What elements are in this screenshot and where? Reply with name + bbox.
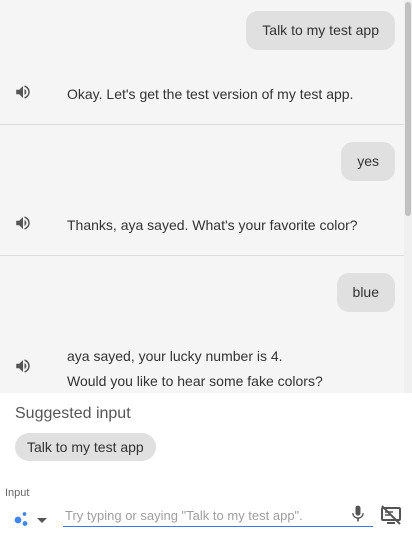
simulator-panel: Talk to my test app Okay. Let's get the … [0,0,412,539]
input-area: Input [0,473,412,539]
user-message-bubble: Talk to my test app [246,11,395,50]
agent-message-line: Okay. Let's get the test version of my t… [67,86,354,102]
speaker-icon[interactable] [14,83,32,101]
scrollbar-thumb[interactable] [405,2,411,216]
suggestion-chip[interactable]: Talk to my test app [15,433,156,461]
agent-message: aya sayed, your lucky number is 4. Would… [67,344,323,393]
assistant-dots-icon [14,512,47,526]
no-screen-icon[interactable] [379,503,403,527]
agent-message-line: Would you like to hear some fake colors? [67,373,323,389]
suggested-input-panel: Suggested input Talk to my test app [0,393,412,473]
mic-icon[interactable] [348,503,368,525]
suggested-input-title: Suggested input [15,405,131,422]
turn-divider [0,124,404,125]
user-message-bubble: blue [336,273,395,312]
input-mode-dropdown[interactable] [13,508,53,528]
user-message-bubble: yes [341,142,395,181]
conversation-area[interactable]: Talk to my test app Okay. Let's get the … [0,0,412,393]
agent-message: Okay. Let's get the test version of my t… [67,82,353,107]
agent-message-line: Thanks, aya sayed. What's your favorite … [67,217,358,233]
agent-message-line: aya sayed, your lucky number is 4. [67,348,283,364]
query-input[interactable] [63,504,373,527]
speaker-icon[interactable] [14,214,32,232]
conversation-scrollbar[interactable] [404,0,412,393]
speaker-icon[interactable] [14,357,32,375]
agent-message: Thanks, aya sayed. What's your favorite … [67,213,358,238]
turn-divider [0,255,404,256]
input-label: Input [5,487,30,499]
